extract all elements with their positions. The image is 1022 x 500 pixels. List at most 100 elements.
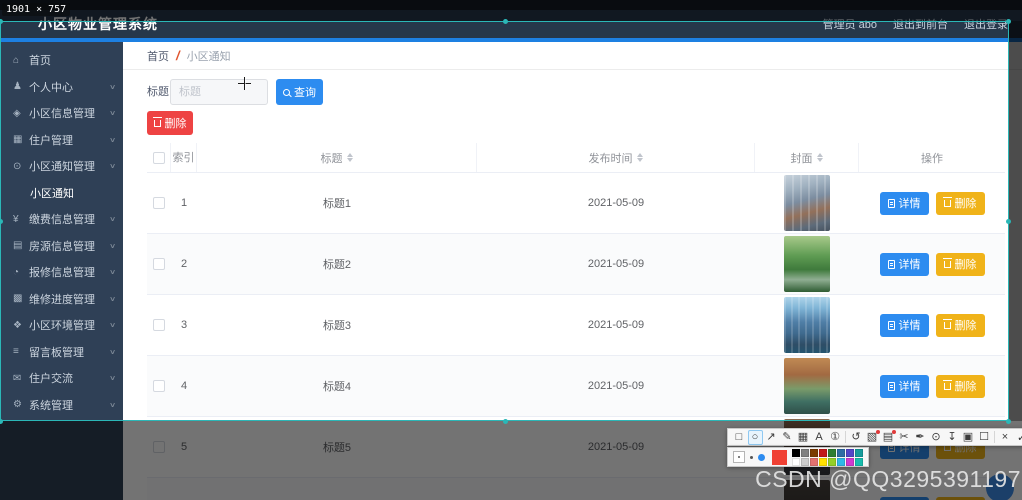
detail-button[interactable]: 详情 — [880, 375, 929, 398]
sidebar-item-house[interactable]: ▤房源信息管理∨ — [0, 233, 123, 260]
row-checkbox[interactable] — [153, 319, 165, 331]
sidebar-item-notice[interactable]: 小区通知 — [0, 180, 123, 207]
sidebar-item-label: 住户管理 — [29, 132, 110, 148]
select-all-checkbox[interactable] — [153, 152, 165, 164]
detail-button[interactable]: 详情 — [880, 314, 929, 337]
step-number-tool-icon[interactable]: ① — [828, 430, 843, 445]
user-icon: ♟ — [13, 81, 29, 92]
close-tool-icon[interactable]: × — [998, 430, 1013, 445]
selection-handle[interactable] — [503, 19, 508, 24]
rect-tool-icon[interactable]: □ — [732, 430, 747, 445]
sidebar-item-label: 留言板管理 — [29, 344, 110, 360]
palette-swatch[interactable] — [801, 449, 809, 457]
arrow-tool-icon[interactable]: ↗ — [764, 430, 779, 445]
mosaic-tool-icon[interactable]: ▦ — [796, 430, 811, 445]
current-color-swatch[interactable] — [772, 450, 787, 465]
detail-button[interactable]: 详情 — [880, 192, 929, 215]
selection-handle[interactable] — [1006, 419, 1011, 424]
clipboard-tool-icon[interactable]: ☐ — [977, 430, 992, 445]
sort-carets-title[interactable] — [347, 153, 353, 162]
search-field-label: 标题 — [147, 79, 169, 105]
translate-tool-icon[interactable]: ▤ — [881, 430, 896, 445]
palette-swatch[interactable] — [837, 449, 845, 457]
row-checkbox[interactable] — [153, 380, 165, 392]
row-delete-button[interactable]: 删除 — [936, 253, 985, 276]
detail-button[interactable]: 详情 — [880, 253, 929, 276]
sidebar-item-label: 缴费信息管理 — [29, 211, 110, 227]
palette-swatch[interactable] — [792, 449, 800, 457]
detail-button-label: 详情 — [899, 378, 921, 394]
save-tool-icon[interactable]: ▣ — [961, 430, 976, 445]
palette-swatch[interactable] — [855, 449, 863, 457]
save-as-tool-icon[interactable]: ↧ — [945, 430, 960, 445]
stroke-size-medium[interactable] — [750, 456, 753, 459]
selection-handle[interactable] — [1006, 19, 1011, 24]
row-delete-button[interactable]: 删除 — [936, 314, 985, 337]
chevron-down-icon: ∨ — [109, 136, 116, 144]
table-row: 4标题42021-05-09详情删除 — [147, 356, 1005, 417]
sidebar-item-label: 小区信息管理 — [29, 105, 110, 121]
record-tool-icon[interactable]: ⊙ — [929, 430, 944, 445]
sidebar-item-profile[interactable]: ♟个人中心∨ — [0, 74, 123, 101]
message-icon: ≡ — [13, 346, 29, 357]
palette-swatch[interactable] — [819, 449, 827, 457]
table-row: 1标题12021-05-09详情删除 — [147, 173, 1005, 234]
row-checkbox[interactable] — [153, 258, 165, 270]
sort-carets-cover[interactable] — [817, 153, 823, 162]
sidebar-item-resident[interactable]: ▦住户管理∨ — [0, 127, 123, 154]
palette-swatch[interactable] — [819, 458, 827, 466]
text-tool-icon[interactable]: A — [812, 430, 827, 445]
sidebar-item-system[interactable]: ⚙系统管理∨ — [0, 392, 123, 419]
row-delete-button[interactable]: 删除 — [936, 192, 985, 215]
sidebar-item-notice-mgmt[interactable]: ⊙小区通知管理∨ — [0, 153, 123, 180]
query-button[interactable]: 查询 — [276, 79, 323, 105]
crop-tool-icon[interactable]: ✂ — [897, 430, 912, 445]
ocr-tool-icon[interactable]: ▧ — [865, 430, 880, 445]
new-feature-badge — [892, 430, 896, 434]
selection-handle[interactable] — [503, 419, 508, 424]
row-checkbox[interactable] — [153, 197, 165, 209]
title-search-input[interactable] — [170, 79, 268, 105]
selection-handle[interactable] — [1006, 219, 1011, 224]
sidebar-item-community-info[interactable]: ◈小区信息管理∨ — [0, 100, 123, 127]
sidebar-item-home[interactable]: ⌂首页 — [0, 47, 123, 74]
sidebar-item-repair[interactable]: ◔报修信息管理∨ — [0, 259, 123, 286]
palette-swatch[interactable] — [792, 458, 800, 466]
palette-swatch[interactable] — [846, 449, 854, 457]
pencil-tool-icon[interactable]: ✎ — [780, 430, 795, 445]
sidebar-item-maintenance[interactable]: ▩维修进度管理∨ — [0, 286, 123, 313]
row-index: 3 — [181, 319, 187, 331]
palette-swatch[interactable] — [828, 449, 836, 457]
sidebar-item-message-board[interactable]: ≡留言板管理∨ — [0, 339, 123, 366]
pin-tool-icon[interactable]: ✒ — [913, 430, 928, 445]
delete-button-label: 删除 — [955, 378, 977, 394]
document-icon — [888, 260, 895, 269]
palette-swatch[interactable] — [810, 458, 818, 466]
table-row: 2标题22021-05-09详情删除 — [147, 234, 1005, 295]
sidebar-item-environment[interactable]: ❖小区环境管理∨ — [0, 312, 123, 339]
info-icon: ◈ — [13, 108, 29, 119]
detail-button-label: 详情 — [899, 256, 921, 272]
palette-swatch[interactable] — [810, 449, 818, 457]
row-delete-button[interactable]: 删除 — [936, 375, 985, 398]
sort-carets-date[interactable] — [637, 153, 643, 162]
done-button[interactable]: ✓完成 — [1013, 430, 1022, 445]
palette-swatch[interactable] — [837, 458, 845, 466]
palette-swatch[interactable] — [801, 458, 809, 466]
cover-image — [784, 236, 830, 292]
undo-tool-icon[interactable]: ↺ — [849, 430, 864, 445]
stroke-size-small[interactable] — [733, 451, 745, 463]
cover-image — [784, 297, 830, 353]
stroke-size-large[interactable] — [758, 454, 765, 461]
ellipse-tool-icon[interactable]: ○ — [748, 430, 763, 445]
bulk-delete-button[interactable]: 删除 — [147, 111, 193, 135]
palette-swatch[interactable] — [846, 458, 854, 466]
sidebar-item-chat[interactable]: ✉住户交流∨ — [0, 365, 123, 392]
breadcrumb-home[interactable]: 首页 — [147, 48, 169, 64]
table-header-row: 索引 标题 发布时间 封面 操作 — [147, 143, 1005, 173]
progress-icon: ▩ — [13, 293, 29, 304]
palette-swatch[interactable] — [828, 458, 836, 466]
search-icon — [283, 89, 290, 96]
sidebar-item-payment[interactable]: ¥缴费信息管理∨ — [0, 206, 123, 233]
palette-swatch[interactable] — [855, 458, 863, 466]
